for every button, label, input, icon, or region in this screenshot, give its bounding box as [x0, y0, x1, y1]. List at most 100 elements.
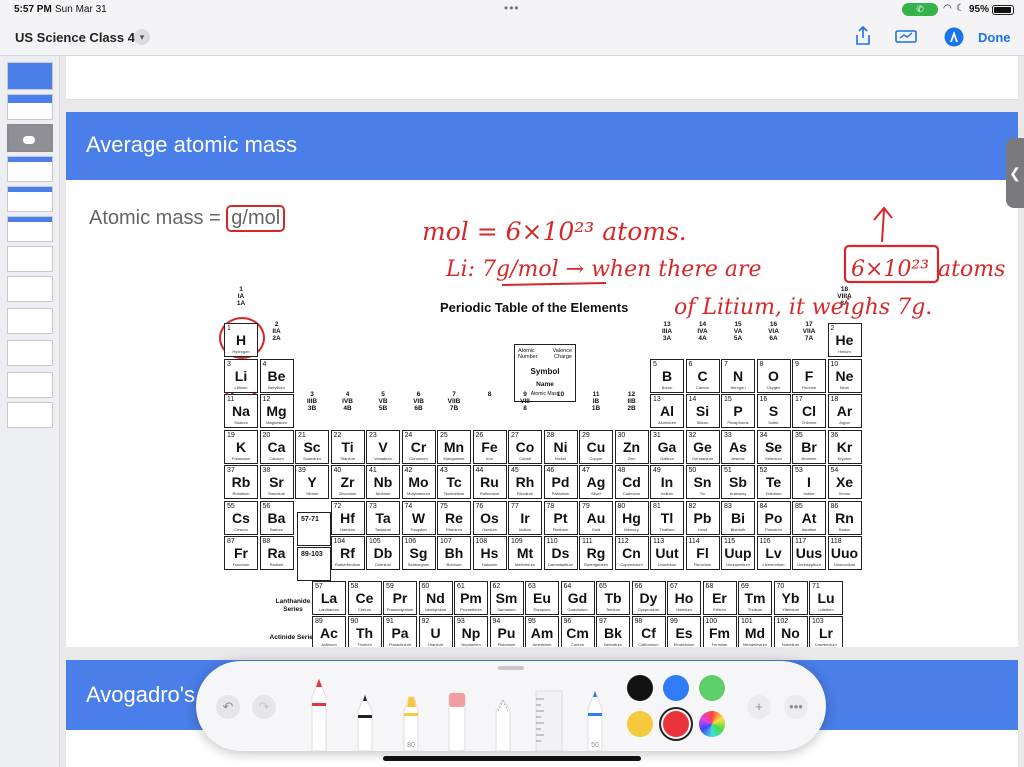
slide-thumbnail-selected[interactable] [7, 124, 53, 152]
slide-thumbnail[interactable] [7, 246, 53, 272]
atomic-number: 89 [315, 618, 323, 625]
atomic-number: 115 [724, 538, 736, 545]
slide-thumbnail[interactable] [7, 308, 53, 334]
atomic-number: 26 [475, 431, 484, 439]
color-swatch[interactable] [663, 675, 689, 701]
element-symbol: Br [801, 438, 817, 455]
element-cell-sn: 50 Sn Tin [685, 465, 720, 499]
element-symbol: Ni [553, 438, 568, 455]
document-title[interactable]: US Science Class 4 [15, 30, 135, 45]
element-cell-fe: 26 Fe Iron [472, 429, 507, 464]
ruler-tool-icon[interactable] [534, 689, 564, 751]
slide-thumbnail[interactable] [7, 156, 53, 182]
atomic-number: 22 [333, 431, 342, 439]
atomic-number: 111 [582, 538, 593, 545]
element-name: Arsenic [731, 455, 745, 461]
highlighter-tool-icon[interactable]: 80 [400, 691, 422, 751]
eraser-tool-icon[interactable] [446, 689, 468, 751]
element-cell-mo: 42 Mo Molybdenum [401, 465, 436, 499]
atomic-number: 23 [369, 431, 377, 439]
chevron-left-icon[interactable]: ❮ [1006, 138, 1024, 208]
element-symbol: Be [267, 367, 286, 384]
element-symbol: Ho [674, 590, 694, 606]
element-name: Ununseptium [797, 562, 821, 567]
slide-thumbnail[interactable] [7, 340, 53, 366]
slide-thumbnail[interactable] [7, 62, 53, 90]
slide-thumbnail[interactable] [7, 216, 53, 242]
legend-valence: Valence Charge [552, 348, 572, 360]
pen-tool-icon[interactable] [308, 675, 330, 751]
element-name: Dysprosium [637, 607, 660, 612]
phone-call-icon[interactable]: ✆ [902, 3, 938, 16]
slide-thumbnail-panel[interactable] [0, 56, 60, 767]
element-cell-pr: 59 Pr Praseodymium [383, 581, 417, 615]
drag-handle[interactable] [498, 666, 524, 670]
element-name: Krypton [837, 455, 852, 461]
element-name: Argon [839, 420, 850, 425]
element-cell-np: 93 Np Neptunium [454, 616, 488, 647]
slide-thumbnail[interactable] [7, 276, 53, 302]
pencil-tool-icon[interactable]: 50 [584, 689, 606, 751]
lasso-tool-icon[interactable] [492, 695, 514, 751]
element-symbol: At [801, 509, 817, 526]
undo-icon[interactable]: ↶ [216, 695, 240, 719]
periodic-table-title: Periodic Table of the Elements [440, 300, 629, 315]
element-symbol: Rg [586, 545, 606, 561]
element-name: Thorium [357, 642, 372, 647]
element-cell-rh: 45 Rh Rhodium [508, 465, 542, 499]
slide-thumbnail[interactable] [7, 372, 53, 398]
group-label: 16 VIA 6A [768, 321, 779, 342]
element-symbol: Gd [567, 590, 588, 606]
more-options-icon[interactable]: ••• [784, 695, 808, 719]
group-label: 13 IIIA 3A [661, 321, 673, 342]
atomic-number: 25 [440, 431, 448, 439]
element-cell-ne: 10 Ne Neon [827, 358, 862, 393]
element-cell-db: 105 Db Dubnium [366, 536, 400, 570]
slide-thumbnail[interactable] [7, 186, 53, 212]
atomic-number: 49 [653, 467, 661, 474]
chevron-down-icon[interactable]: ▾ [134, 29, 150, 45]
home-indicator[interactable] [383, 756, 641, 761]
done-button[interactable]: Done [978, 30, 1011, 45]
multitasking-dots-icon[interactable]: ••• [504, 1, 520, 15]
color-swatch[interactable] [627, 711, 653, 737]
element-symbol: Sr [269, 474, 284, 490]
color-swatch[interactable] [699, 675, 725, 701]
element-name: Sodium [234, 420, 248, 425]
element-name: Fluorine [801, 384, 817, 390]
element-name: Bismuth [730, 526, 746, 532]
element-cell-zr: 40 Zr Zirconium [330, 465, 365, 499]
current-slide[interactable]: Average atomic mass Atomic mass = g/mol … [66, 112, 1018, 647]
color-picker-wheel-icon[interactable] [699, 711, 725, 737]
atomic-number: 13 [653, 396, 661, 403]
slide-thumbnail[interactable] [7, 94, 53, 120]
add-icon[interactable]: + [747, 695, 771, 719]
element-cell-rn: 86 Rn Radon [827, 500, 862, 535]
atomic-number: 110 [546, 538, 558, 545]
element-name: Tin [699, 491, 706, 496]
group-label: 18 VIIIA 8A [837, 286, 852, 307]
atomic-number: 58 [350, 583, 359, 590]
atomic-number: 78 [546, 502, 555, 510]
slideshow-icon[interactable] [894, 26, 918, 50]
element-symbol: Pa [391, 625, 409, 641]
atomic-number: 17 [795, 396, 803, 403]
atomic-number: 97 [599, 618, 607, 625]
markup-pen-icon[interactable] [942, 26, 966, 50]
previous-slide[interactable] [66, 56, 1018, 100]
element-symbol: Pt [553, 509, 568, 526]
slide-thumbnail[interactable] [7, 402, 53, 428]
share-icon[interactable] [851, 25, 875, 50]
color-swatch[interactable] [663, 711, 689, 737]
marker-tool-icon[interactable] [354, 691, 376, 751]
group-label: 11 IB 1B [591, 391, 601, 412]
element-cell-re: 75 Re Rhenium [437, 500, 471, 535]
markup-toolbar[interactable]: ↶ ↷ 80 50 + ••• [196, 661, 826, 751]
element-symbol: Er [712, 590, 727, 606]
element-name: Osmium [482, 526, 497, 532]
element-name: Manganese [443, 455, 465, 461]
element-symbol: Te [765, 474, 782, 490]
color-swatch[interactable] [627, 675, 653, 701]
redo-icon[interactable]: ↷ [252, 695, 276, 719]
highlighter-width-label: 80 [407, 742, 415, 749]
